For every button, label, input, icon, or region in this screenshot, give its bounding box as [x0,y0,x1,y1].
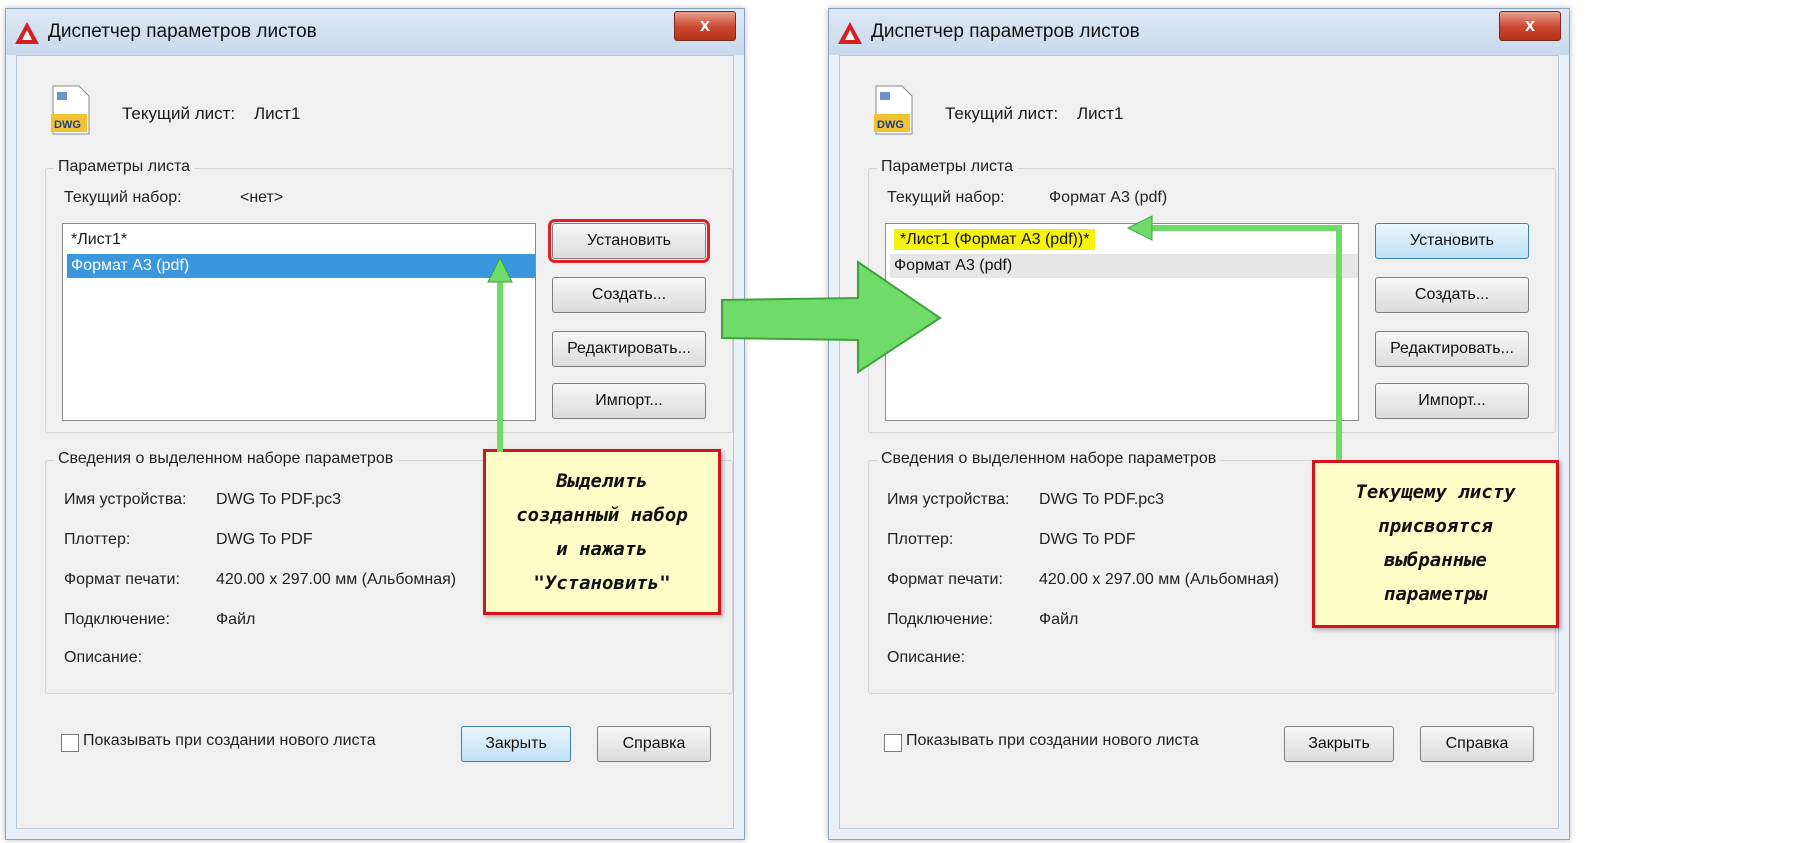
left-pointer-head-icon [487,256,513,283]
arrows-overlay [487,215,1342,460]
right-pointer-head-icon [1126,215,1153,241]
right-pointer-arrow-icon [1150,225,1342,460]
green-arrow-icon [721,260,942,374]
